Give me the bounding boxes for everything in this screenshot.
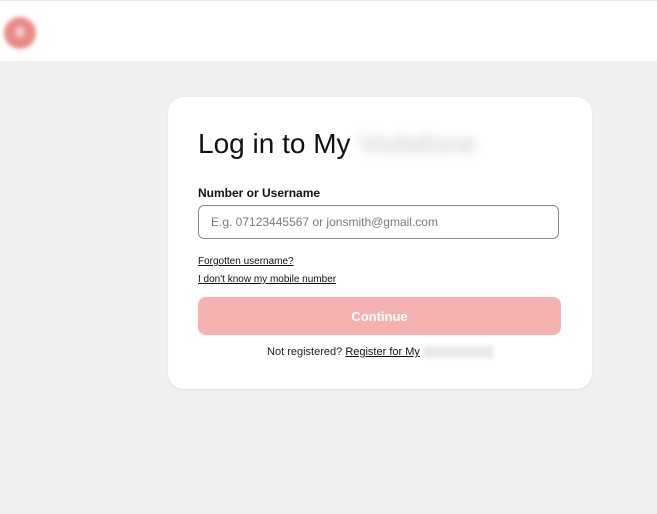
username-input[interactable] bbox=[198, 205, 559, 239]
username-field-label: Number or Username bbox=[198, 186, 321, 200]
top-header bbox=[0, 0, 657, 61]
page-title-text: Log in to My bbox=[198, 128, 351, 159]
forgotten-username-link[interactable]: Forgotten username? bbox=[198, 256, 294, 267]
register-link[interactable]: Register for My bbox=[345, 346, 420, 358]
continue-button[interactable]: Continue bbox=[198, 297, 561, 335]
login-card: Log in to My Vodafone Number or Username… bbox=[168, 97, 592, 389]
register-link-text: Register for My bbox=[345, 346, 420, 358]
page-title-brand: Vodafone bbox=[358, 128, 477, 159]
not-registered-text: Not registered? bbox=[267, 346, 343, 358]
vodafone-logo-icon[interactable] bbox=[4, 17, 36, 49]
page-title: Log in to My Vodafone bbox=[198, 127, 477, 161]
register-brand-redacted bbox=[422, 346, 493, 359]
unknown-mobile-number-link[interactable]: I don't know my mobile number bbox=[198, 274, 336, 285]
register-row: Not registered? Register for My bbox=[168, 346, 592, 359]
